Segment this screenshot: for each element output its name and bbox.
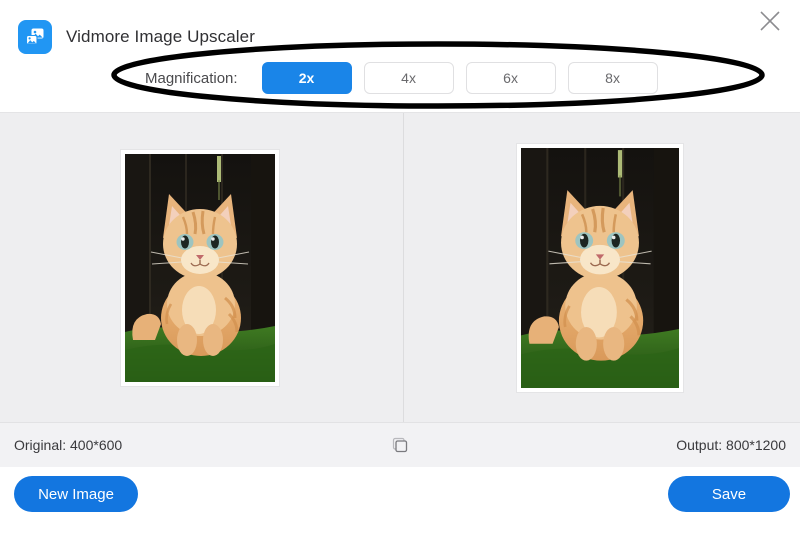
footer-actions: New Image Save — [0, 467, 800, 539]
app-header: Vidmore Image Upscaler Magnification: 2x… — [0, 0, 800, 113]
preview-pane-output — [400, 113, 800, 422]
image-upscaler-logo-icon — [18, 20, 52, 54]
magnification-label: Magnification: — [145, 69, 238, 87]
new-image-button[interactable]: New Image — [14, 476, 138, 512]
magnification-option-4x[interactable]: 4x — [363, 62, 454, 94]
original-image — [125, 153, 275, 382]
original-photo-frame — [121, 149, 279, 386]
magnification-row: Magnification: 2x 4x 6x 8x — [145, 62, 658, 94]
page-title: Vidmore Image Upscaler — [66, 27, 255, 46]
close-icon[interactable] — [748, 2, 792, 40]
save-button[interactable]: Save — [668, 476, 790, 512]
preview-area — [0, 113, 800, 422]
status-bar: Original: 400*600 Output: 800*1200 — [0, 422, 800, 467]
output-image — [521, 147, 679, 388]
magnification-options: 2x 4x 6x 8x — [261, 62, 658, 94]
magnification-option-6x[interactable]: 6x — [465, 62, 556, 94]
preview-divider — [403, 113, 404, 422]
magnification-option-2x[interactable]: 2x — [261, 62, 352, 94]
app-window: Vidmore Image Upscaler Magnification: 2x… — [0, 0, 800, 539]
output-size-label: Output: 800*1200 — [676, 437, 786, 453]
title-row: Vidmore Image Upscaler — [18, 20, 255, 54]
preview-pane-original — [0, 113, 400, 422]
original-size-label: Original: 400*600 — [14, 437, 123, 453]
output-photo-frame — [517, 143, 683, 392]
magnification-option-8x[interactable]: 8x — [567, 62, 658, 94]
copy-compare-icon[interactable] — [388, 433, 412, 457]
